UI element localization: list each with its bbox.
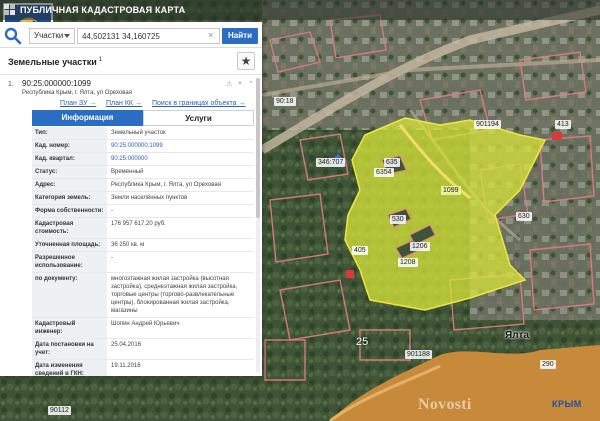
app-header: ПУБЛИЧНАЯ КАДАСТРОВАЯ КАРТА xyxy=(0,0,600,20)
property-row: Кад. номер: 90:25:000000:1099 xyxy=(32,140,254,153)
map-label: 6354 xyxy=(374,168,394,177)
map-label: 405 xyxy=(352,246,368,255)
watermark-text: Novosti xyxy=(418,396,472,413)
map-label: 1206 xyxy=(410,242,430,251)
property-value: - xyxy=(111,255,113,261)
property-row: Кадастровый инженер: Шопин Андрей Юрьевич xyxy=(32,318,254,339)
map-label: 90:18 xyxy=(274,97,296,106)
map-label: 901194 xyxy=(474,120,501,129)
selected-parcel-label: 1099 xyxy=(441,186,461,195)
property-value: Земли населённых пунктов xyxy=(111,195,188,201)
results-header: Земельные участки 1 ★ xyxy=(0,49,262,75)
app-title: ПУБЛИЧНАЯ КАДАСТРОВАЯ КАРТА xyxy=(20,5,186,15)
map-label: 90112 xyxy=(48,406,71,415)
property-value: Земельный участок xyxy=(111,130,166,136)
map-label: 901188 xyxy=(405,350,432,359)
map-label: 630 xyxy=(516,212,532,221)
property-key: Дата изменения сведений в ГКН: xyxy=(32,360,107,376)
warning-icon[interactable]: ⚠ xyxy=(226,80,232,88)
record-tabs: Информация Услуги xyxy=(32,110,254,126)
property-row: Кад. квартал: 90:25:000000 xyxy=(32,153,254,166)
search-icon[interactable] xyxy=(3,26,23,46)
property-row: Тип: Земельный участок xyxy=(32,127,254,140)
property-row: Форма собственности: - xyxy=(32,205,254,218)
plan-zu-link[interactable]: План ЗУ → xyxy=(60,100,96,107)
property-key: Кадастровая стоимость: xyxy=(32,218,107,238)
property-row: Адрес: Республика Крым, г. Ялта, ул Орехо… xyxy=(32,179,254,192)
collapse-icon[interactable]: ⌃ xyxy=(248,80,254,88)
property-value-link[interactable]: 90:25:000000:1099 xyxy=(107,140,254,152)
map-label: 25 xyxy=(356,336,369,348)
property-value: Временный xyxy=(111,169,144,175)
property-value: 36 250 кв. м xyxy=(111,242,145,248)
panel-scrollbar[interactable] xyxy=(256,78,260,372)
scrollbar-thumb[interactable] xyxy=(256,78,260,218)
property-value: многоэтажная жилая застройка (высотная з… xyxy=(111,276,238,314)
property-key: Категория земель: xyxy=(32,192,107,204)
tab-information[interactable]: Информация xyxy=(32,110,143,126)
record-address: Республика Крым, г. Ялта, ул Ореховая xyxy=(22,90,132,96)
star-icon[interactable]: ★ xyxy=(237,52,255,70)
map-label: 413 xyxy=(555,120,571,129)
property-key: Кадастровый инженер: xyxy=(32,318,107,338)
map-label: 290 xyxy=(540,360,556,369)
property-row: Статус: Временный xyxy=(32,166,254,179)
property-row: Разрешенное использование: - xyxy=(32,252,254,273)
property-key: Разрешенное использование: xyxy=(32,252,107,272)
results-title: Земельные участки 1 xyxy=(8,57,102,67)
property-value-link[interactable]: 90:25:000000 xyxy=(107,153,254,165)
property-key: Адрес: xyxy=(32,179,107,191)
info-panel: Участки × Найти Земельные участки1 ★ 1. … xyxy=(0,22,262,376)
property-value: 19.11.2016 xyxy=(111,363,141,369)
search-type-select[interactable]: Участки xyxy=(29,28,75,44)
property-key: Уточненная площадь: xyxy=(32,239,107,251)
record-index: 1. xyxy=(8,81,14,88)
property-key: Кад. номер: xyxy=(32,140,107,152)
property-row: по документу: многоэтажная жилая застройк… xyxy=(32,273,254,318)
properties-table: Тип: Земельный участок Кад. номер: 90:25:00… xyxy=(32,127,254,376)
property-row: Кадастровая стоимость: 176 957 617,20 руб… xyxy=(32,218,254,239)
map-label: 530 xyxy=(390,215,406,224)
property-value: Республика Крым, г. Ялта, ул Ореховая xyxy=(111,182,221,188)
app-logo-icon xyxy=(4,4,15,15)
tab-services[interactable]: Услуги xyxy=(143,110,254,126)
clear-icon[interactable]: × xyxy=(208,30,213,40)
search-input[interactable] xyxy=(77,28,220,44)
map-label: 1208 xyxy=(398,258,418,267)
plan-kk-link[interactable]: План КК → xyxy=(106,100,142,107)
find-button[interactable]: Найти xyxy=(222,28,258,44)
property-row: Уточненная площадь: 36 250 кв. м xyxy=(32,239,254,252)
property-value: Шопин Андрей Юрьевич xyxy=(111,321,180,327)
property-value: 176 957 617,20 руб. xyxy=(111,221,166,227)
results-title-text: Земельные участки xyxy=(8,57,97,67)
property-row: Дата постановки на учет: 25.04.2016 xyxy=(32,339,254,360)
map-label: 635 xyxy=(384,158,400,167)
search-bar: Участки × Найти xyxy=(0,24,262,48)
property-key: Кад. квартал: xyxy=(32,153,107,165)
property-value: 25.04.2016 xyxy=(111,342,142,348)
search-type-value: Участки xyxy=(34,31,64,40)
property-value: - xyxy=(111,208,113,214)
map-label: 346:707 xyxy=(316,158,346,167)
property-key: Форма собственности: xyxy=(32,205,107,217)
property-key: Статус: xyxy=(32,166,107,178)
record-number: 90:25:000000:1099 xyxy=(22,79,91,88)
city-label: Ялта xyxy=(505,330,529,341)
property-row: Категория земель: Земли населённых пункто… xyxy=(32,192,254,205)
property-key: Дата постановки на учет: xyxy=(32,339,107,359)
krym-logo-text: КРЫМ xyxy=(552,399,582,409)
chevron-down-icon xyxy=(64,34,70,38)
pin-icon[interactable]: ⌖ xyxy=(238,80,242,88)
search-in-bounds-link[interactable]: Поиск в границах объекта → xyxy=(152,100,246,107)
property-key: Тип: xyxy=(32,127,107,139)
property-row: Дата изменения сведений в ГКН: 19.11.2016 xyxy=(32,360,254,376)
results-count: 1 xyxy=(98,57,103,63)
property-key: по документу: xyxy=(32,273,107,317)
